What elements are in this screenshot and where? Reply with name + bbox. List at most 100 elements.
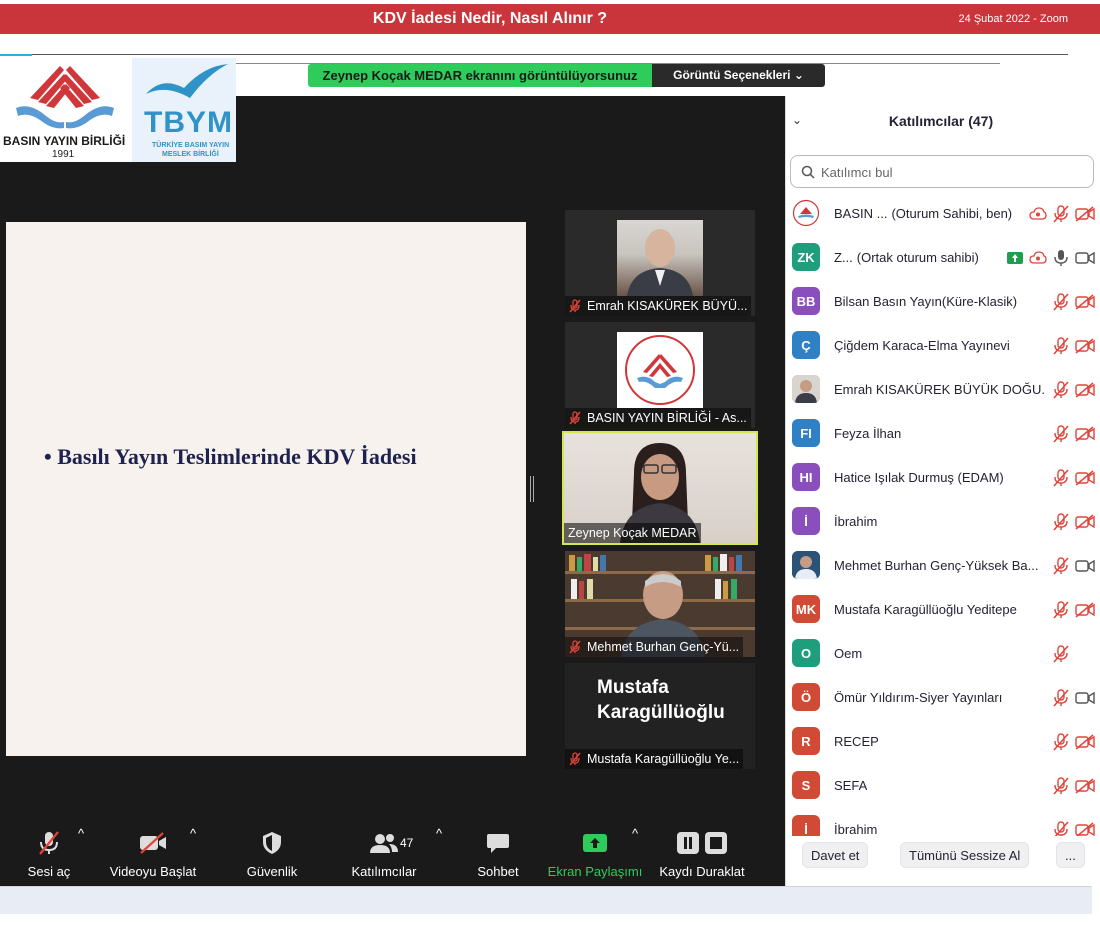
participant-avatar: BB bbox=[792, 287, 820, 315]
video-off-icon[interactable] bbox=[1075, 734, 1095, 750]
participant-status-icons bbox=[1053, 468, 1095, 488]
invite-button[interactable]: Davet et bbox=[802, 842, 869, 868]
participant-name-text: BASIN ... bbox=[834, 206, 888, 221]
share-screen-icon bbox=[1007, 252, 1023, 264]
participant-name: Oem bbox=[834, 632, 862, 676]
mic-muted-icon[interactable] bbox=[1053, 557, 1069, 575]
participant-name: RECEP bbox=[834, 720, 879, 764]
participant-row[interactable]: R RECEP bbox=[786, 720, 1100, 764]
video-icon[interactable] bbox=[1075, 558, 1095, 574]
video-tile-zeynep-active-speaker[interactable]: Zeynep Koçak MEDAR bbox=[562, 431, 758, 545]
chat-button[interactable]: Sohbet bbox=[472, 826, 524, 879]
participant-row[interactable]: BASIN ... (Oturum Sahibi, ben) bbox=[786, 192, 1100, 236]
chat-icon bbox=[487, 834, 509, 853]
participant-row[interactable]: Emrah KISAKÜREK BÜYÜK DOĞU... bbox=[786, 368, 1100, 412]
video-tile-emrah[interactable]: Emrah KISAKÜREK BÜYÜ... bbox=[565, 210, 755, 316]
audio-options-caret[interactable]: ^ bbox=[78, 826, 84, 841]
unmute-button[interactable]: Sesi aç bbox=[20, 826, 78, 879]
video-icon[interactable] bbox=[1075, 690, 1095, 706]
mic-muted-icon[interactable] bbox=[1053, 645, 1069, 663]
view-options-button[interactable]: Görüntü Seçenekleri ⌄ bbox=[652, 64, 825, 87]
participant-row[interactable]: Ö Ömür Yıldırım-Siyer Yayınları bbox=[786, 676, 1100, 720]
mic-muted-icon bbox=[569, 752, 581, 766]
mic-muted-icon[interactable] bbox=[1053, 381, 1069, 399]
video-icon[interactable] bbox=[1075, 250, 1095, 266]
participant-row[interactable]: HI Hatice Işılak Durmuş (EDAM) bbox=[786, 456, 1100, 500]
participant-row[interactable]: MK Mustafa Karagüllüoğlu Yeditepe bbox=[786, 588, 1100, 632]
participant-row[interactable]: FI Feyza İlhan bbox=[786, 412, 1100, 456]
start-video-button[interactable]: Videoyu Başlat bbox=[106, 826, 200, 879]
video-options-caret[interactable]: ^ bbox=[190, 826, 196, 841]
share-screen-button[interactable]: Ekran Paylaşımı bbox=[546, 826, 644, 879]
mic-muted-icon[interactable] bbox=[1053, 205, 1069, 223]
person-silhouette bbox=[627, 229, 693, 296]
video-off-icon[interactable] bbox=[1075, 470, 1095, 486]
video-off-icon[interactable] bbox=[1075, 382, 1095, 398]
participant-name-text: Mustafa Karagüllüoğlu Yeditepe bbox=[834, 602, 1017, 617]
participant-row[interactable]: S SEFA bbox=[786, 764, 1100, 808]
divider-accent bbox=[0, 54, 32, 56]
participant-list: BASIN ... (Oturum Sahibi, ben) ZK Z... (Orta… bbox=[786, 192, 1100, 836]
mic-muted-icon[interactable] bbox=[1053, 821, 1069, 836]
video-off-icon bbox=[140, 832, 166, 854]
participants-panel: ⌄ Katılımcılar (47) BASIN ...(Oturum Sah… bbox=[785, 96, 1100, 886]
participant-name-text: RECEP bbox=[834, 734, 879, 749]
mic-muted-icon[interactable] bbox=[1053, 425, 1069, 443]
video-off-icon[interactable] bbox=[1075, 778, 1095, 794]
person-photo-icon bbox=[792, 375, 820, 403]
video-off-icon[interactable] bbox=[1075, 206, 1095, 222]
tbym-acronym: TBYM bbox=[144, 106, 233, 139]
participant-status-icons bbox=[1053, 512, 1095, 532]
search-input[interactable] bbox=[821, 162, 1081, 182]
participant-row[interactable]: O Oem bbox=[786, 632, 1100, 676]
participant-name: Mustafa Karagüllüoğlu Yeditepe bbox=[834, 588, 1017, 632]
bottom-strip bbox=[0, 886, 1092, 914]
participants-button[interactable]: 47 Katılımcılar bbox=[346, 826, 422, 879]
participant-search[interactable] bbox=[790, 155, 1094, 188]
pause-recording-button[interactable]: Kaydı Duraklat bbox=[656, 826, 748, 879]
mic-muted-icon[interactable] bbox=[1053, 293, 1069, 311]
participant-row[interactable]: ZK Z... (Ortak oturum sahibi) bbox=[786, 236, 1100, 280]
mic-muted-icon[interactable] bbox=[1053, 689, 1069, 707]
participant-status-icons bbox=[1053, 644, 1095, 664]
video-off-icon[interactable] bbox=[1075, 822, 1095, 836]
mic-muted-icon[interactable] bbox=[1053, 513, 1069, 531]
participant-row[interactable]: İ İbrahim bbox=[786, 500, 1100, 544]
splitter-handle[interactable] bbox=[530, 476, 534, 502]
mic-muted-icon[interactable] bbox=[1053, 337, 1069, 355]
mute-all-button[interactable]: Tümünü Sessize Al bbox=[900, 842, 1030, 868]
video-off-icon[interactable] bbox=[1075, 294, 1095, 310]
video-off-icon[interactable] bbox=[1075, 426, 1095, 442]
participant-status-icons bbox=[1053, 336, 1095, 356]
participant-row[interactable]: İ İbrahim bbox=[786, 808, 1100, 836]
cloud-recording-icon bbox=[1029, 251, 1047, 264]
security-button[interactable]: Güvenlik bbox=[240, 826, 304, 879]
participants-options-caret[interactable]: ^ bbox=[436, 826, 442, 841]
participant-avatar: MK bbox=[792, 595, 820, 623]
chat-label: Sohbet bbox=[477, 864, 519, 879]
participant-name-text: İbrahim bbox=[834, 514, 878, 529]
participant-status-icons bbox=[1053, 424, 1095, 444]
video-tile-mustafa[interactable]: Mustafa Karagüllüoğlu Mustafa Karagüllüo… bbox=[565, 663, 755, 769]
video-off-icon[interactable] bbox=[1075, 514, 1095, 530]
mic-muted-icon[interactable] bbox=[1053, 733, 1069, 751]
participant-row[interactable]: Mehmet Burhan Genç-Yüksek Ba... bbox=[786, 544, 1100, 588]
mic-muted-icon[interactable] bbox=[1053, 469, 1069, 487]
mic-muted-icon[interactable] bbox=[1053, 601, 1069, 619]
video-tile-mehmet[interactable]: Mehmet Burhan Genç-Yü... bbox=[565, 551, 755, 657]
participants-label: Katılımcılar bbox=[351, 864, 417, 879]
meeting-toolbar: Sesi aç ^ Videoyu Başlat ^ Güvenlik 47 K… bbox=[0, 826, 785, 886]
video-off-icon[interactable] bbox=[1075, 602, 1095, 618]
participant-name-text: Emrah KISAKÜREK BÜYÜK DOĞU... bbox=[834, 382, 1044, 397]
share-options-caret[interactable]: ^ bbox=[632, 826, 638, 841]
participant-row[interactable]: Ç Çiğdem Karaca-Elma Yayınevi bbox=[786, 324, 1100, 368]
participant-row[interactable]: BB Bilsan Basın Yayın(Küre-Klasik) bbox=[786, 280, 1100, 324]
participant-avatar: S bbox=[792, 771, 820, 799]
video-tile-basin-yayin[interactable]: BASIN YAYIN BİRLİĞİ - As... bbox=[565, 322, 755, 428]
more-options-button[interactable]: ... bbox=[1056, 842, 1085, 868]
mic-muted-icon[interactable] bbox=[1053, 777, 1069, 795]
tile-name-label: Zeynep Koçak MEDAR bbox=[564, 523, 701, 543]
participant-name: Bilsan Basın Yayın(Küre-Klasik) bbox=[834, 280, 1017, 324]
mic-icon[interactable] bbox=[1053, 249, 1069, 267]
video-off-icon[interactable] bbox=[1075, 338, 1095, 354]
